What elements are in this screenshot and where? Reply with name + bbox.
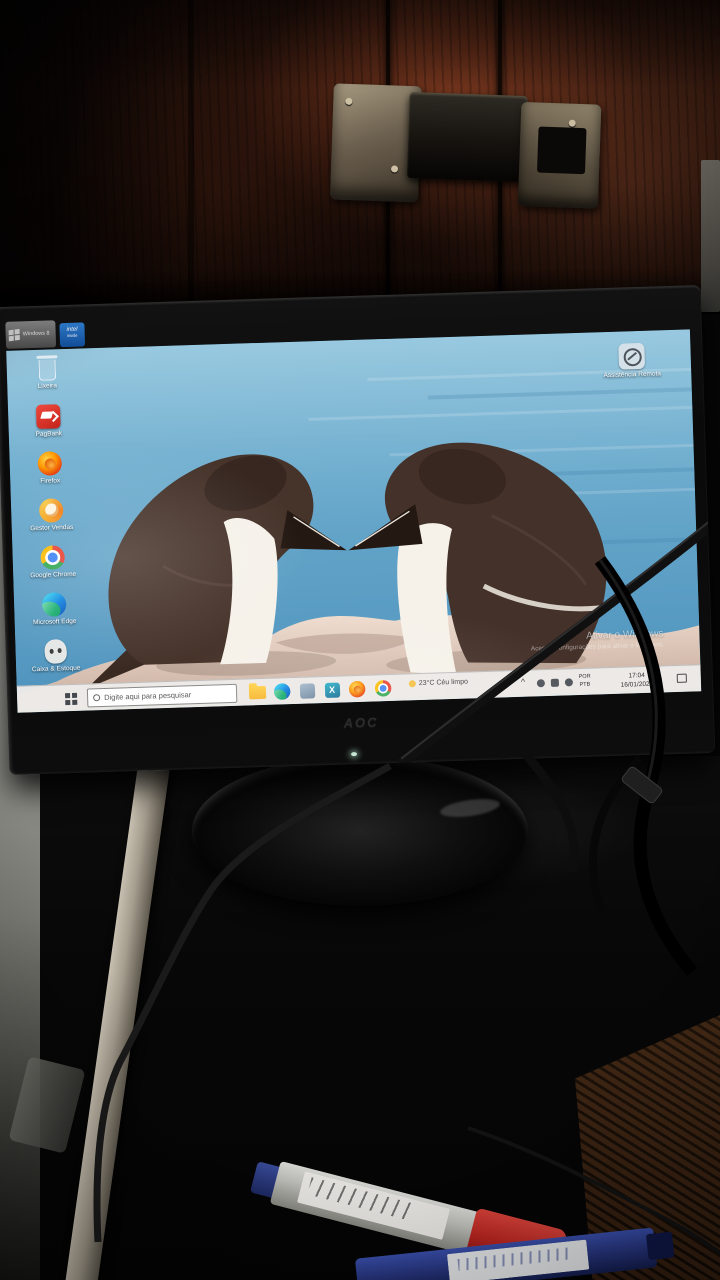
icon-label: Google Chrome	[30, 570, 77, 580]
latch-slot	[536, 126, 587, 175]
photo-scene: Windows 8 intel inside Lixeira PagBank F…	[0, 0, 720, 1280]
clock-date: 16/01/2024	[620, 680, 654, 689]
icon-label: Microsoft Edge	[32, 617, 77, 627]
sales-app-icon	[38, 498, 64, 523]
latch-bolt	[406, 92, 528, 183]
taskbar-excel[interactable]	[324, 682, 342, 700]
firefox-icon	[348, 680, 366, 698]
taskbar-edge[interactable]	[273, 683, 292, 701]
taskbar-word[interactable]	[299, 682, 317, 700]
search-icon	[93, 694, 101, 702]
windows-desktop-screen: Lixeira PagBank Firefox Gestor Vendas Go…	[6, 329, 702, 713]
wall-edge	[701, 160, 720, 312]
desktop-icon-vendas[interactable]: Gestor Vendas	[19, 498, 84, 545]
language-line2: PTB	[579, 681, 591, 688]
language-line1: POR	[578, 673, 591, 681]
desktop-icon-caixa[interactable]: Caixa & Estoque	[23, 638, 88, 685]
clock[interactable]: 17:04 16/01/2024	[607, 671, 668, 690]
chrome-icon	[40, 545, 66, 570]
desktop-icon-pagbank[interactable]: PagBank	[16, 404, 81, 451]
tray-icon-1[interactable]	[536, 679, 546, 688]
intel-sticker-subtext: inside	[66, 332, 78, 338]
tray-icon-3[interactable]	[564, 678, 574, 687]
icon-label: Firefox	[40, 477, 61, 485]
icon-label: Lixeira	[37, 382, 58, 390]
start-button[interactable]	[64, 693, 71, 699]
language-indicator[interactable]: POR PTB	[579, 674, 591, 690]
windows-logo-icon	[8, 328, 20, 342]
desktop-icon-recycle-bin[interactable]: Lixeira	[14, 357, 79, 404]
icon-label: Caixa & Estoque	[31, 664, 81, 674]
power-led	[350, 752, 358, 757]
edge-icon	[273, 683, 291, 700]
pagbank-icon	[35, 404, 61, 429]
icon-label: PagBank	[35, 430, 63, 438]
desktop-icon-remote[interactable]: Assistência Remota	[594, 342, 669, 380]
monitor: Windows 8 intel inside Lixeira PagBank F…	[0, 285, 716, 775]
tray-expand-chevron[interactable]: ^	[521, 677, 526, 687]
chrome-icon	[374, 679, 392, 697]
desktop-icon-column: Lixeira PagBank Firefox Gestor Vendas Go…	[14, 357, 88, 688]
intel-sticker: intel inside	[59, 322, 86, 348]
taskbar-firefox[interactable]	[348, 680, 367, 699]
file-explorer-icon	[248, 685, 267, 700]
taskbar-chrome[interactable]	[374, 679, 393, 698]
tray-icon-2[interactable]	[550, 678, 560, 687]
cabinet-frame-line	[188, 0, 194, 314]
recycle-bin-icon	[37, 359, 56, 381]
icon-label: Gestor Vendas	[30, 523, 74, 533]
desktop-icon-edge[interactable]: Microsoft Edge	[22, 591, 87, 638]
desktop-icon-firefox[interactable]: Firefox	[17, 451, 82, 498]
firefox-icon	[37, 451, 63, 476]
excel-icon	[324, 682, 341, 699]
remote-access-icon	[618, 342, 646, 370]
edge-icon	[41, 592, 67, 617]
wooden-cabinet	[0, 0, 720, 314]
taskbar-file-explorer[interactable]	[248, 684, 267, 702]
metal-latch	[329, 67, 603, 216]
monitor-stand-base	[192, 756, 528, 906]
desktop-icon-chrome[interactable]: Google Chrome	[20, 545, 85, 592]
taskbar-search-box[interactable]: Digite aqui para pesquisar	[86, 683, 238, 708]
wallpaper-razorbills	[6, 329, 702, 713]
weather-widget[interactable]: 23°C Céu limpo	[408, 678, 469, 688]
marker-tip	[645, 1231, 675, 1261]
windows-sticker-text: Windows 8	[22, 330, 50, 338]
weather-text: 23°C Céu limpo	[418, 678, 469, 688]
pos-app-icon	[43, 638, 68, 665]
search-placeholder: Digite aqui para pesquisar	[103, 690, 192, 702]
windows-sticker: Windows 8	[5, 320, 57, 349]
word-icon	[299, 683, 316, 699]
action-center-icon[interactable]	[676, 673, 687, 683]
sun-icon	[408, 680, 416, 688]
